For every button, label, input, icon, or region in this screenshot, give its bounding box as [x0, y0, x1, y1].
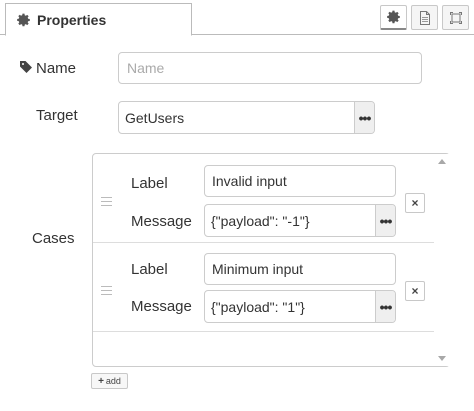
- name-label: Name: [20, 60, 76, 77]
- name-label-text: Name: [36, 60, 77, 77]
- remove-case-button[interactable]: ×: [405, 193, 425, 213]
- scroll-down-icon[interactable]: [438, 356, 446, 361]
- list-item: Label Invalid input Message {"payload": …: [93, 154, 434, 243]
- gear-icon: [386, 10, 401, 24]
- cases-list[interactable]: Label Invalid input Message {"payload": …: [92, 153, 450, 367]
- cases-scrollbar[interactable]: [434, 154, 450, 366]
- case-message-value: {"payload": "-1"}: [211, 212, 310, 229]
- case-message-field[interactable]: {"payload": "1"} •••: [204, 290, 396, 323]
- list-item: Label Minimum input Message {"payload": …: [93, 243, 434, 332]
- case-label-field[interactable]: Minimum input: [204, 253, 396, 285]
- case-message-field[interactable]: {"payload": "-1"} •••: [204, 204, 396, 237]
- appearance-button[interactable]: [442, 5, 469, 30]
- close-icon: ×: [411, 284, 419, 298]
- case-label-value: Invalid input: [212, 173, 287, 189]
- target-more-button[interactable]: •••: [354, 102, 374, 133]
- add-case-button[interactable]: + add: [91, 373, 128, 389]
- case-label-value: Minimum input: [212, 261, 304, 277]
- document-icon: [419, 10, 431, 25]
- case-label-caption: Label: [131, 261, 168, 278]
- case-label-field[interactable]: Invalid input: [204, 165, 396, 197]
- gear-icon: [17, 13, 31, 27]
- tag-icon: [20, 60, 32, 77]
- add-button-label: add: [105, 376, 121, 386]
- remove-case-button[interactable]: ×: [405, 281, 425, 301]
- name-input[interactable]: [118, 52, 422, 84]
- cases-label: Cases: [32, 230, 75, 247]
- tab-properties[interactable]: Properties: [5, 3, 192, 36]
- drag-handle-icon[interactable]: [101, 286, 112, 295]
- target-value: GetUsers: [125, 109, 185, 126]
- case-message-value: {"payload": "1"}: [211, 298, 305, 315]
- settings-button[interactable]: [380, 5, 407, 30]
- tab-title: Properties: [37, 11, 107, 28]
- target-field[interactable]: GetUsers •••: [118, 101, 375, 134]
- case-message-caption: Message: [131, 298, 192, 315]
- scroll-up-icon[interactable]: [438, 159, 446, 164]
- close-icon: ×: [411, 196, 419, 210]
- case-message-caption: Message: [131, 213, 192, 230]
- case-message-more-button[interactable]: •••: [375, 205, 395, 236]
- description-button[interactable]: [411, 5, 438, 30]
- drag-handle-icon[interactable]: [101, 197, 112, 206]
- plus-icon: +: [98, 375, 104, 387]
- case-message-more-button[interactable]: •••: [375, 291, 395, 322]
- target-label: Target: [36, 107, 78, 124]
- tab-bar: Properties: [0, 0, 474, 36]
- frame-icon: [449, 11, 463, 25]
- case-label-caption: Label: [131, 175, 168, 192]
